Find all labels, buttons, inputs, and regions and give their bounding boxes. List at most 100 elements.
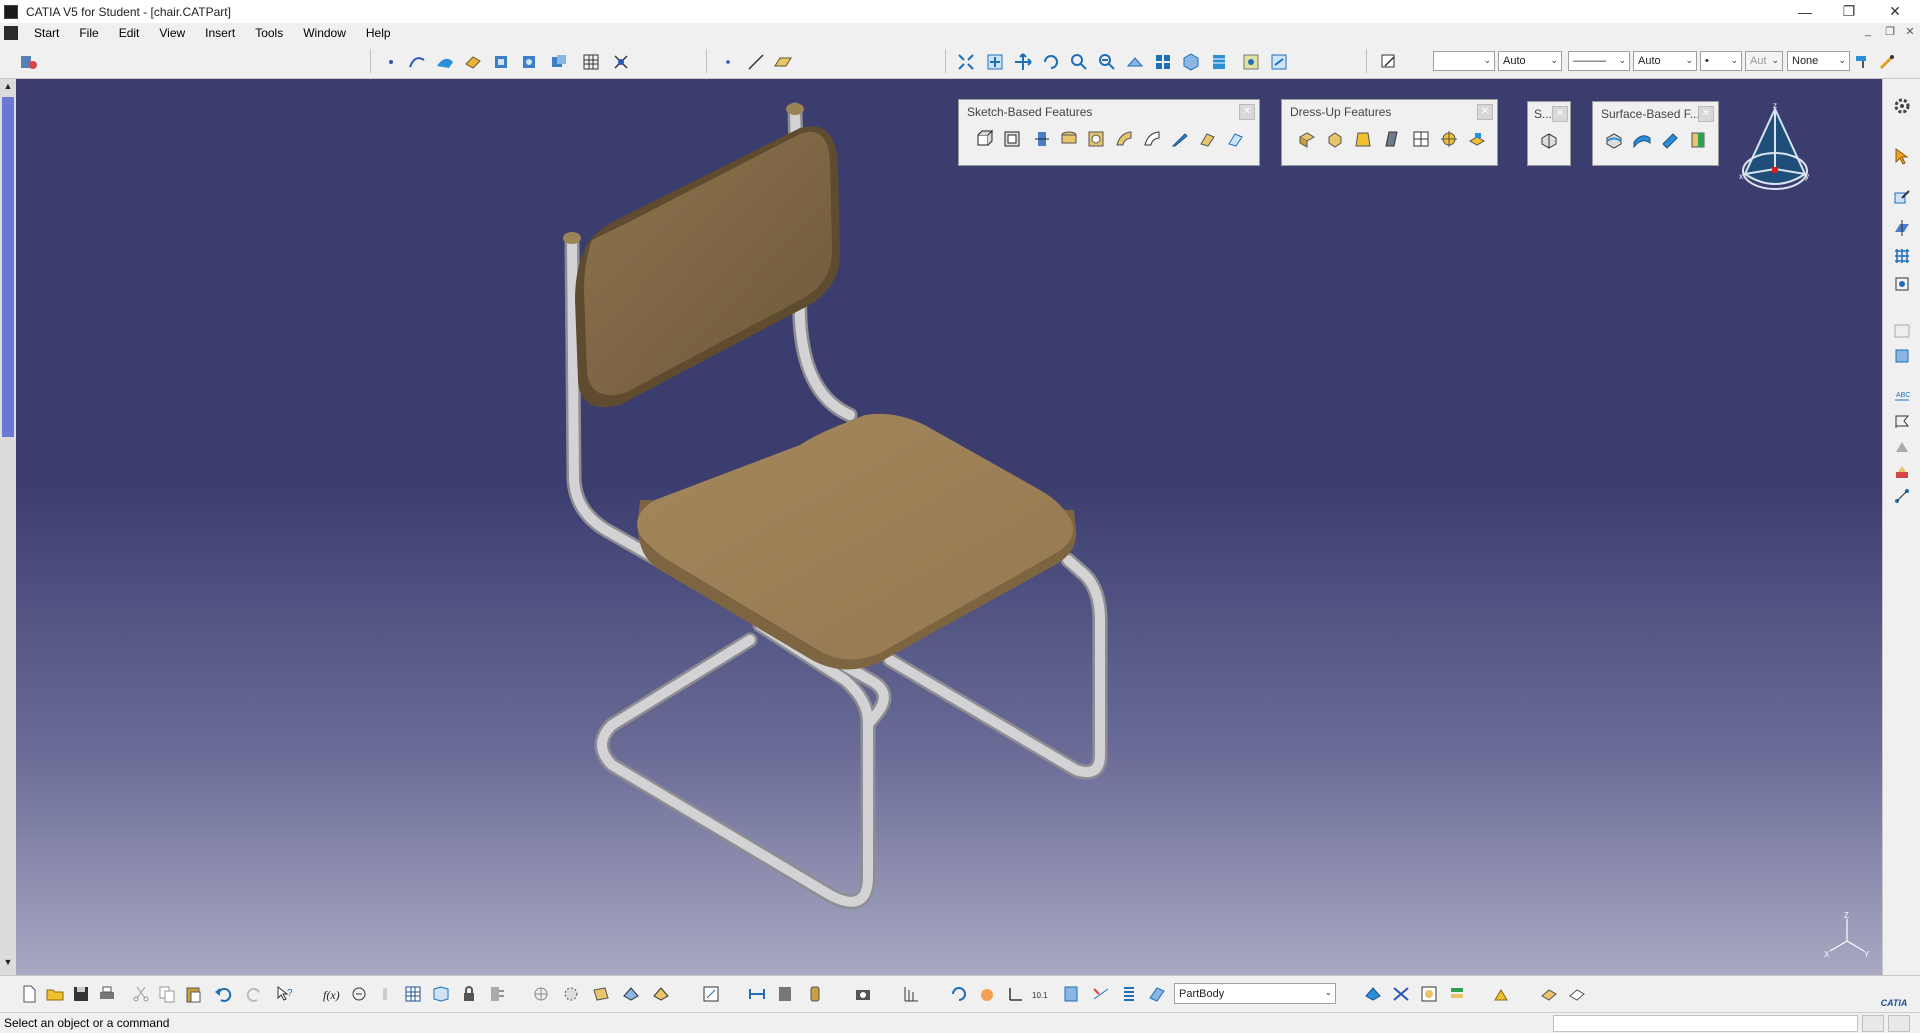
print-icon[interactable] [96,983,118,1005]
constraint-icon[interactable] [1891,485,1913,507]
capture-icon[interactable] [852,983,874,1005]
solid-body-icon[interactable] [1362,983,1384,1005]
split-icon[interactable] [1538,129,1560,151]
measure-inertia-icon[interactable] [804,983,826,1005]
current-body-icon[interactable] [1146,983,1168,1005]
hole-icon[interactable] [1085,128,1107,150]
geometrical-set-icon[interactable] [1418,983,1440,1005]
boolean-icon[interactable] [548,51,570,73]
toolbar-close-button[interactable]: ✕ [1239,104,1255,120]
knowledge-icon[interactable] [348,983,370,1005]
formula-icon[interactable]: f(x) [320,983,342,1005]
new-document-icon[interactable] [18,983,40,1005]
scan-icon[interactable] [650,983,672,1005]
point-icon[interactable] [380,51,402,73]
pad-feature-icon[interactable] [490,51,512,73]
menu-tools[interactable]: Tools [245,26,293,40]
pan-icon[interactable] [984,51,1006,73]
redo-icon[interactable] [244,983,266,1005]
menu-file[interactable]: File [69,26,108,40]
scale-icon[interactable]: 10.1 [1030,983,1052,1005]
annotation-text-icon[interactable]: ABC [1891,385,1913,407]
status-button[interactable] [1888,1015,1910,1032]
painter-icon[interactable] [1852,51,1874,73]
publication-icon[interactable] [620,983,642,1005]
menu-help[interactable]: Help [356,26,401,40]
fit-all-icon[interactable] [955,51,977,73]
list-icon[interactable] [1118,983,1140,1005]
multi-view-icon[interactable] [1152,51,1174,73]
copy-icon[interactable] [156,983,178,1005]
axis-system-icon[interactable] [1891,319,1913,341]
zoom-out-icon[interactable] [1096,51,1118,73]
pad-icon[interactable] [973,128,995,150]
3d-viewport[interactable]: ▲ ▼ Sketch-Based Features ✕ Dress-Up Fea… [0,79,1920,975]
analysis-icon[interactable] [486,983,508,1005]
menu-edit[interactable]: Edit [109,26,150,40]
color-combo[interactable]: ⌄ [1433,51,1495,71]
swap-space-icon[interactable] [1268,51,1290,73]
paste-icon[interactable] [182,983,204,1005]
toolbar-close-button[interactable]: ✕ [1698,106,1714,122]
shell-icon[interactable] [1382,128,1404,150]
update-all-icon[interactable] [530,983,552,1005]
normal-view-icon[interactable] [1124,51,1146,73]
surface-icon[interactable] [434,51,456,73]
tools-palette-icon[interactable] [1538,983,1560,1005]
document-icon[interactable] [4,26,18,40]
body-icon[interactable] [1891,345,1913,367]
undo-icon[interactable] [212,983,234,1005]
chair-model[interactable] [0,79,1880,975]
pocket-icon[interactable] [1001,128,1023,150]
menu-view[interactable]: View [149,26,195,40]
point-icon[interactable] [717,51,739,73]
draft-icon[interactable] [1352,128,1374,150]
apply-material-icon[interactable] [1891,461,1913,483]
body-selector-combo[interactable]: PartBody ⌄ [1174,983,1336,1004]
axis-icon[interactable] [1004,983,1026,1005]
multi-section-solid-icon[interactable] [1197,128,1219,150]
lineweight-combo[interactable]: Auto ⌄ [1633,51,1697,71]
whats-this-icon[interactable]: ? [274,983,296,1005]
sew-surface-icon[interactable] [1687,129,1709,151]
menu-window[interactable]: Window [293,26,356,40]
grid-icon[interactable] [580,51,602,73]
remove-face-icon[interactable] [1466,128,1488,150]
layer-combo[interactable]: None ⌄ [1787,51,1850,71]
close-surface-icon[interactable] [1659,129,1681,151]
rotate-icon[interactable] [1040,51,1062,73]
toolbar-close-button[interactable]: ✕ [1477,104,1493,120]
refresh-icon[interactable] [948,983,970,1005]
measure-between-icon[interactable] [746,983,768,1005]
measure-item-icon[interactable] [774,983,796,1005]
shaft-icon[interactable] [1031,128,1053,150]
sketcher-icon[interactable] [1891,187,1913,209]
spline-icon[interactable] [406,51,428,73]
move-icon[interactable] [1012,51,1034,73]
toolbar-close-button[interactable]: ✕ [1552,106,1568,122]
status-button[interactable] [1862,1015,1884,1032]
close-button[interactable]: ✕ [1872,0,1918,23]
cut-icon[interactable] [130,983,152,1005]
wireframe-icon[interactable] [1390,983,1412,1005]
lock-icon[interactable] [458,983,480,1005]
hole-feature-icon[interactable] [518,51,540,73]
select-arrow-icon[interactable] [1891,145,1913,167]
compass-widget[interactable]: z x y [1735,99,1815,209]
design-table-icon[interactable] [374,983,396,1005]
iso-view-icon[interactable] [1180,51,1202,73]
doc-minimize-button[interactable]: _ [1858,25,1878,41]
table-icon[interactable] [402,983,424,1005]
shading-icon[interactable] [1208,51,1230,73]
gear-icon[interactable] [1891,95,1913,117]
chamfer-icon[interactable] [1324,128,1346,150]
hide-show-icon[interactable] [1240,51,1262,73]
instantiate-icon[interactable] [700,983,722,1005]
slot-icon[interactable] [1141,128,1163,150]
deactivate-icon[interactable] [590,983,612,1005]
catalog-icon[interactable] [18,51,40,73]
open-folder-icon[interactable] [44,983,66,1005]
menu-start[interactable]: Start [24,26,69,40]
point-symbol-combo[interactable]: • ⌄ [1700,51,1742,71]
removed-multi-section-icon[interactable] [1225,128,1247,150]
